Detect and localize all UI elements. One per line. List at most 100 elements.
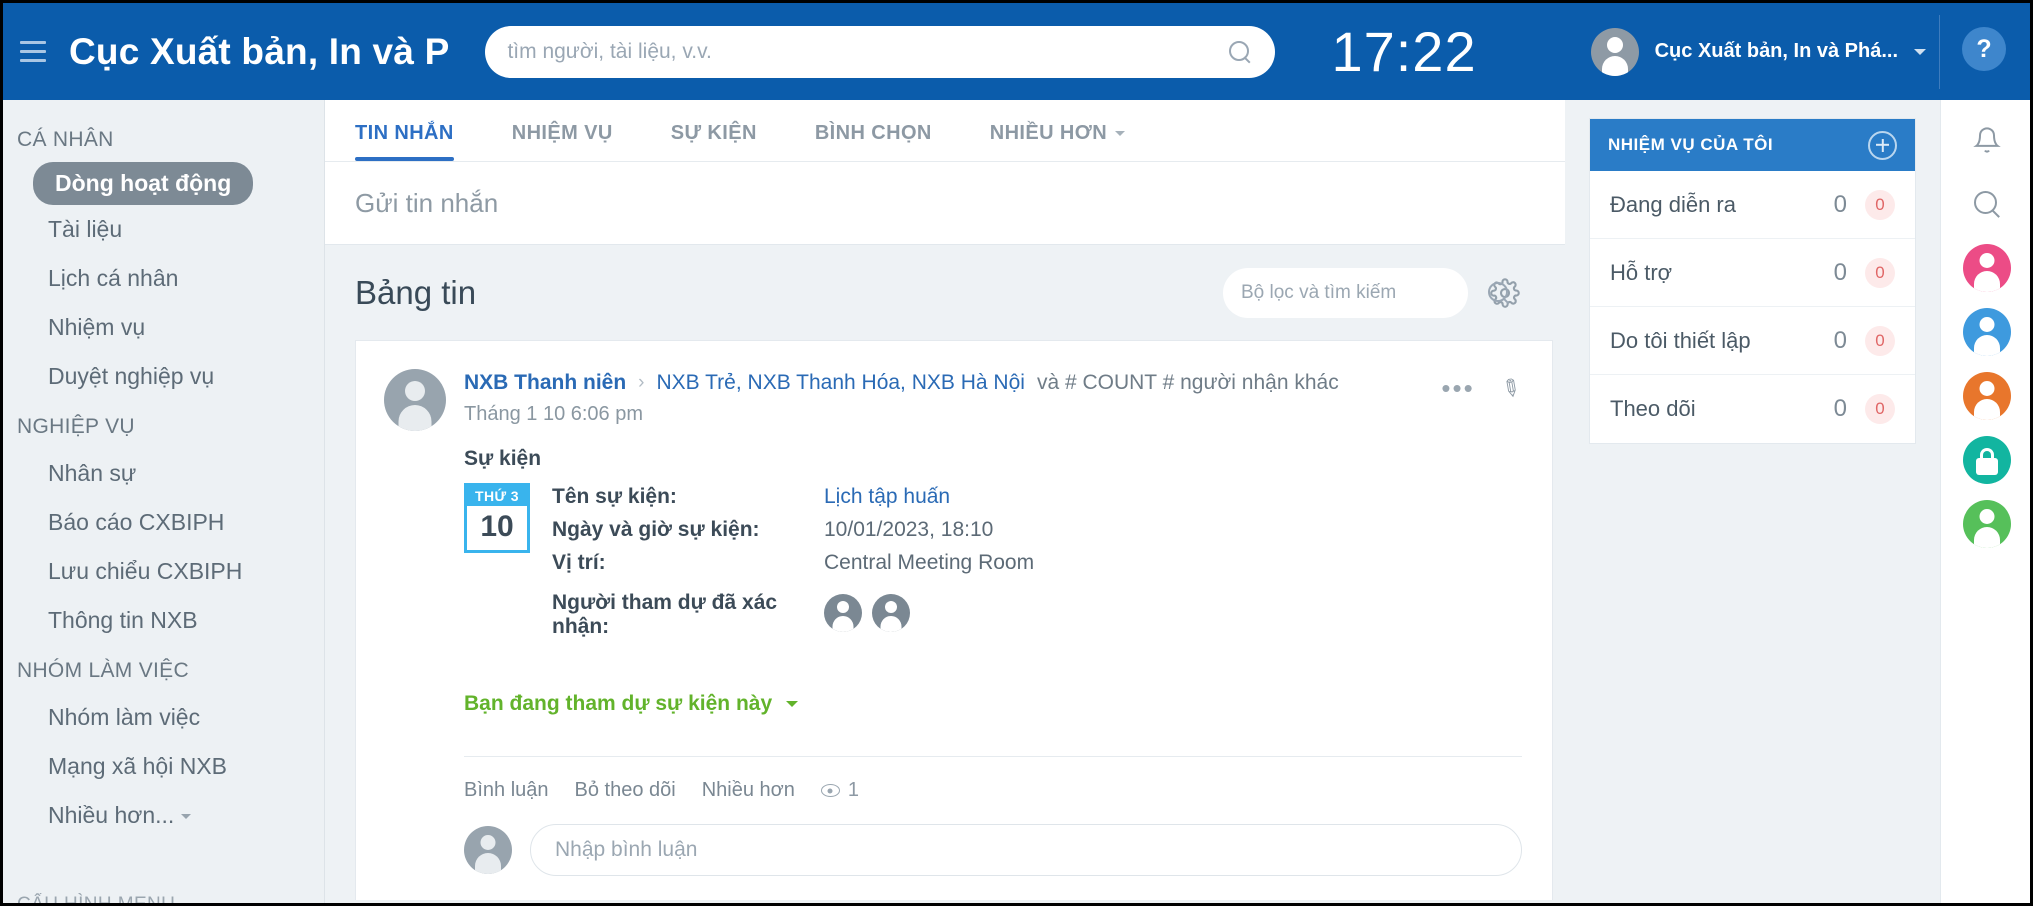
event-field-value-name[interactable]: Lịch tập huấn xyxy=(824,485,950,509)
sidebar-item-lich-ca-nhan[interactable]: Lịch cá nhân xyxy=(3,254,324,303)
task-label: Đang diễn ra xyxy=(1610,191,1736,217)
sidebar-item-nhiem-vu[interactable]: Nhiệm vụ xyxy=(3,303,324,352)
eye-icon xyxy=(820,784,840,797)
view-count-value: 1 xyxy=(847,779,860,801)
my-tasks-title: NHIỆM VỤ CỦA TÔI xyxy=(1608,135,1774,154)
task-count: 0 xyxy=(1833,190,1847,218)
task-count: 0 xyxy=(1833,258,1847,286)
post-recipients[interactable]: NXB Trẻ, NXB Thanh Hóa, NXB Hà Nội xyxy=(657,371,1025,395)
help-button[interactable]: ? xyxy=(1962,27,2006,71)
post-body: Sự kiện THỨ 3 10 Tên sự kiện: Lịch tập h… xyxy=(464,447,1522,876)
event-field-label: Tên sự kiện: xyxy=(552,485,677,508)
bell-icon[interactable] xyxy=(1963,116,2011,164)
task-row-ho-tro[interactable]: Hỗ trợ 0 0 xyxy=(1590,239,1915,307)
rail-avatar-green[interactable] xyxy=(1963,500,2011,548)
sidebar-group-ca-nhan: CÁ NHÂN Dòng hoạt động Tài liệu Lịch cá … xyxy=(3,114,324,401)
message-composer[interactable]: Gửi tin nhắn xyxy=(325,162,1565,245)
sidebar-item-dong-hoat-dong[interactable]: Dòng hoạt động xyxy=(33,162,254,205)
post-more-recipients[interactable]: và # COUNT # người nhận khác xyxy=(1037,371,1339,395)
sidebar-section-label: CÁ NHÂN xyxy=(17,128,114,151)
feed-filter[interactable] xyxy=(1223,267,1508,318)
chevron-down-icon xyxy=(785,701,798,708)
rail-avatar-blue[interactable] xyxy=(1963,308,2011,356)
search-input[interactable] xyxy=(507,39,1228,64)
attending-status[interactable]: Bạn đang tham dự sự kiện này xyxy=(464,692,1522,716)
sidebar-section-label: NHÓM LÀM VIỆC xyxy=(17,659,189,682)
post-header: NXB Thanh niên › NXB Trẻ, NXB Thanh Hóa,… xyxy=(384,369,1522,431)
global-search[interactable] xyxy=(485,25,1276,78)
post-author[interactable]: NXB Thanh niên xyxy=(464,371,626,395)
sidebar-item-mang-xa-hoi-nxb[interactable]: Mạng xã hội NXB xyxy=(3,742,324,791)
task-label: Do tôi thiết lập xyxy=(1610,327,1751,353)
event-field-row: Vị trí: Central Meeting Room xyxy=(552,551,1034,575)
sidebar-item-nhieu-hon[interactable]: Nhiều hơn... xyxy=(3,791,324,840)
avatar xyxy=(464,826,512,874)
plus-circle-icon[interactable] xyxy=(1868,130,1897,160)
task-count: 0 xyxy=(1833,326,1847,354)
sidebar-item-duyet-nghiep-vu[interactable]: Duyệt nghiệp vụ xyxy=(3,352,324,401)
main-content: TIN NHẮN NHIỆM VỤ SỰ KIỆN BÌNH CHỌN NHIỀ… xyxy=(325,100,1565,903)
tab-su-kien[interactable]: SỰ KIỆN xyxy=(671,122,757,161)
post-divider xyxy=(464,756,1522,757)
task-row-theo-doi[interactable]: Theo dõi 0 0 xyxy=(1590,375,1915,443)
tab-nhiem-vu[interactable]: NHIỆM VỤ xyxy=(512,122,613,161)
unfollow-link[interactable]: Bỏ theo dõi xyxy=(575,779,676,802)
sidebar-menu-config[interactable]: CẤU HÌNH MENU xyxy=(3,894,324,903)
event-day-number: 10 xyxy=(480,510,514,543)
search-icon[interactable] xyxy=(1963,180,2011,228)
sidebar-item-tai-lieu[interactable]: Tài liệu xyxy=(3,205,324,254)
event-field-row: Tên sự kiện: Lịch tập huấn xyxy=(552,485,1034,509)
tab-tin-nhan[interactable]: TIN NHẮN xyxy=(355,122,454,161)
clock: 17:22 xyxy=(1331,20,1477,83)
hamburger-icon[interactable] xyxy=(11,30,55,74)
rail-avatar-pink[interactable] xyxy=(1963,244,2011,292)
sidebar-section-label: NGHIỆP VỤ xyxy=(17,415,135,438)
task-row-do-toi-thiet-lap[interactable]: Do tôi thiết lập 0 0 xyxy=(1590,307,1915,375)
post-footer: Bình luận Bỏ theo dõi Nhiều hơn 1 xyxy=(464,779,1522,802)
chevron-right-icon: › xyxy=(638,372,645,393)
comment-input[interactable] xyxy=(555,838,1497,862)
event-fields: Tên sự kiện: Lịch tập huấn Ngày và giờ s… xyxy=(552,483,1034,648)
feed-header: Bảng tin xyxy=(325,245,1565,340)
my-tasks-card: NHIỆM VỤ CỦA TÔI Đang diễn ra 0 0 Hỗ trợ… xyxy=(1589,118,1916,444)
event-attendees xyxy=(824,594,910,632)
sidebar: CÁ NHÂN Dòng hoạt động Tài liệu Lịch cá … xyxy=(3,100,325,903)
lock-icon[interactable] xyxy=(1963,436,2011,484)
event-field-row: Ngày và giờ sự kiện: 10/01/2023, 18:10 xyxy=(552,518,1034,542)
user-menu[interactable]: Cục Xuất bản, In và Phá... xyxy=(1590,3,1926,100)
ellipsis-icon[interactable]: ••• xyxy=(1441,373,1474,404)
search-icon xyxy=(1227,39,1253,65)
event-attendees-label: Người tham dự đã xác nhận: xyxy=(552,591,778,638)
sidebar-group-nghiep-vu: NGHIỆP VỤ Nhân sự Báo cáo CXBIPH Lưu chi… xyxy=(3,401,324,645)
event-field-label: Ngày và giờ sự kiện: xyxy=(552,518,760,541)
tab-binh-chon[interactable]: BÌNH CHỌN xyxy=(815,122,932,161)
attendee-avatar[interactable] xyxy=(824,594,862,632)
comment-input-wrap[interactable] xyxy=(530,824,1522,876)
tab-nhieu-hon[interactable]: NHIỀU HƠN xyxy=(990,122,1126,161)
feed-post: ••• ✎ NXB Thanh niên › NXB Trẻ, NXB Than… xyxy=(355,340,1553,900)
more-link[interactable]: Nhiều hơn xyxy=(702,779,795,802)
task-row-dang-dien-ra[interactable]: Đang diễn ra 0 0 xyxy=(1590,171,1915,239)
sidebar-item-nhom-lam-viec[interactable]: Nhóm làm việc xyxy=(3,693,324,742)
sidebar-item-thong-tin-nxb[interactable]: Thông tin NXB xyxy=(3,596,324,645)
sidebar-item-bao-cao-cxbiph[interactable]: Báo cáo CXBIPH xyxy=(3,498,324,547)
feed-filter-input[interactable] xyxy=(1241,281,1486,304)
post-meta: NXB Thanh niên › NXB Trẻ, NXB Thanh Hóa,… xyxy=(464,369,1339,431)
chevron-down-icon xyxy=(1115,131,1126,137)
attendee-avatar[interactable] xyxy=(872,594,910,632)
post-kicker: Sự kiện xyxy=(464,447,542,470)
status-badge: 0 xyxy=(1865,394,1895,424)
chevron-down-icon xyxy=(181,814,192,820)
event-block: THỨ 3 10 Tên sự kiện: Lịch tập huấn Ngày… xyxy=(464,483,1522,648)
chevron-down-icon xyxy=(1914,48,1926,55)
sidebar-item-label: Nhiều hơn... xyxy=(48,802,175,828)
status-badge: 0 xyxy=(1865,257,1895,288)
comment-link[interactable]: Bình luận xyxy=(464,779,549,802)
sidebar-item-nhan-su[interactable]: Nhân sự xyxy=(3,449,324,498)
composer-placeholder: Gửi tin nhắn xyxy=(355,187,499,218)
sidebar-item-luu-chieu-cxbiph[interactable]: Lưu chiểu CXBIPH xyxy=(3,547,324,596)
app-window: Cục Xuất bản, In và P 17:22 Cục Xuất bản… xyxy=(0,0,2033,906)
rail-avatar-orange[interactable] xyxy=(1963,372,2011,420)
event-field-value-datetime: 10/01/2023, 18:10 xyxy=(824,518,994,541)
right-panel: NHIỆM VỤ CỦA TÔI Đang diễn ra 0 0 Hỗ trợ… xyxy=(1565,100,1940,903)
